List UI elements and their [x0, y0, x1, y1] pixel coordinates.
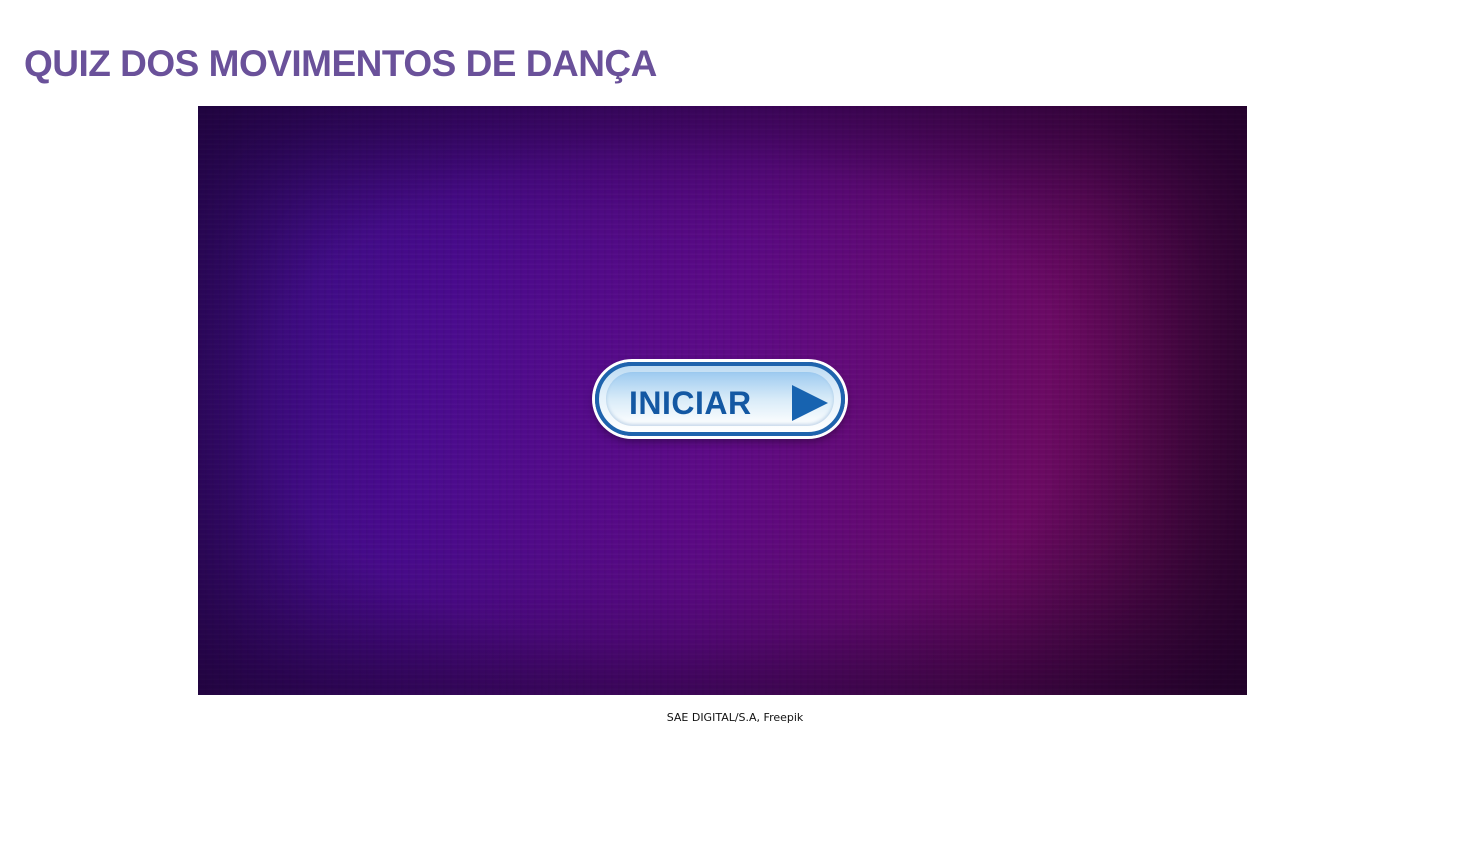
start-button[interactable]: INICIAR — [595, 362, 845, 436]
start-button-label: INICIAR — [629, 385, 752, 421]
quiz-stage: INICIAR — [198, 106, 1247, 695]
image-credit: SAE DIGITAL/S.A, Freepik — [666, 711, 804, 724]
play-icon — [792, 385, 828, 421]
page-title: QUIZ DOS MOVIMENTOS DE DANÇA — [24, 43, 657, 84]
